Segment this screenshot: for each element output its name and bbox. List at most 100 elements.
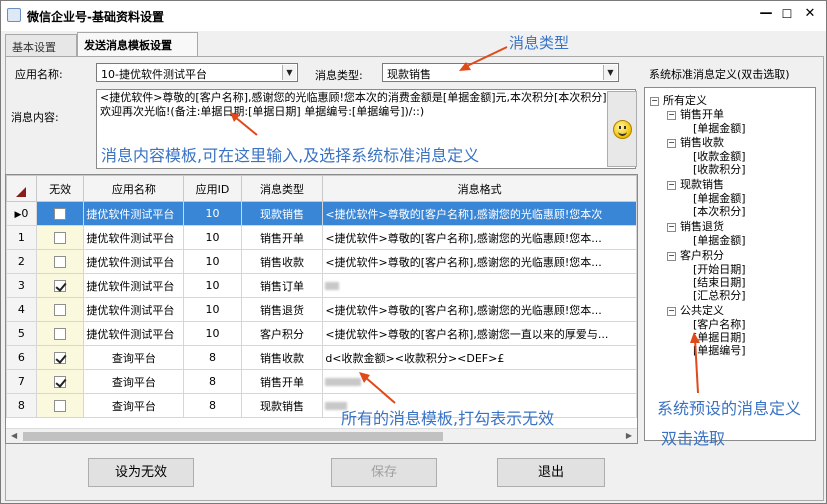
tree-leaf[interactable]: [本次积分] xyxy=(693,205,746,218)
row-index[interactable]: 4 xyxy=(6,297,37,322)
app-id-cell[interactable]: 8 xyxy=(183,393,242,418)
row-index[interactable]: 8 xyxy=(6,393,37,418)
tree-group[interactable]: − 现款销售 xyxy=(667,178,724,191)
app-name-cell[interactable]: 查询平台 xyxy=(83,393,185,418)
tree-group[interactable]: − 公共定义 xyxy=(667,304,724,317)
tree-leaf[interactable]: [汇总积分] xyxy=(693,289,746,302)
table-row[interactable]: 2 捷优软件测试平台 10 销售收款 <捷优软件>尊敬的[客户名称],感谢您的光… xyxy=(6,249,637,274)
col-header-invalid[interactable]: 无效 xyxy=(35,175,85,202)
tab-basic-settings[interactable]: 基本设置 xyxy=(5,34,77,56)
tree-leaf[interactable]: [收款金额] xyxy=(693,150,746,163)
app-id-cell[interactable]: 10 xyxy=(183,297,242,322)
invalid-checkbox[interactable] xyxy=(54,232,67,244)
message-format-cell[interactable] xyxy=(322,273,637,298)
invalid-cell[interactable] xyxy=(35,321,85,346)
save-button[interactable]: 保存 xyxy=(331,458,437,487)
tree-group[interactable]: − 销售开单 xyxy=(667,108,724,121)
message-type-cell[interactable]: 销售订单 xyxy=(240,273,324,298)
minimize-button[interactable]: — xyxy=(756,5,776,23)
row-index[interactable]: 3 xyxy=(6,273,37,298)
table-row[interactable]: 6 查询平台 8 销售收款 d<收款金额><收款积分><DEF>£ xyxy=(6,345,637,370)
table-row[interactable]: 5 捷优软件测试平台 10 客户积分 <捷优软件>尊敬的[客户名称],感谢您一直… xyxy=(6,321,637,346)
app-id-cell[interactable]: 10 xyxy=(183,321,242,346)
app-id-cell[interactable]: 10 xyxy=(183,273,242,298)
invalid-cell[interactable] xyxy=(35,393,85,418)
app-name-cell[interactable]: 捷优软件测试平台 xyxy=(83,201,185,226)
collapse-icon[interactable]: − xyxy=(667,222,676,232)
invalid-checkbox[interactable] xyxy=(54,280,67,292)
tree-leaf[interactable]: [结束日期] xyxy=(693,276,746,289)
tree-leaf[interactable]: [单据金额] xyxy=(693,122,746,135)
scroll-thumb[interactable] xyxy=(23,432,443,441)
row-index[interactable]: 2 xyxy=(6,249,37,274)
tree-group[interactable]: − 销售退货 xyxy=(667,220,724,233)
maximize-button[interactable]: ☐ xyxy=(777,5,797,23)
message-type-cell[interactable]: 销售开单 xyxy=(240,225,324,250)
row-index[interactable]: 6 xyxy=(6,345,37,370)
app-name-cell[interactable]: 查询平台 xyxy=(83,369,185,394)
message-format-cell[interactable]: <捷优软件>尊敬的[客户名称],感谢您的光临惠顾!您本... xyxy=(322,297,637,322)
table-row[interactable]: 1 捷优软件测试平台 10 销售开单 <捷优软件>尊敬的[客户名称],感谢您的光… xyxy=(6,225,637,250)
table-row[interactable]: ▶0 捷优软件测试平台 10 现款销售 <捷优软件>尊敬的[客户名称],感谢您的… xyxy=(6,201,637,226)
grid-corner[interactable] xyxy=(6,175,37,202)
horizontal-scrollbar[interactable]: ◀ ▶ xyxy=(6,428,637,443)
app-id-cell[interactable]: 10 xyxy=(183,201,242,226)
row-index[interactable]: 7 xyxy=(6,369,37,394)
tree-leaf[interactable]: [单据金额] xyxy=(693,234,746,247)
scroll-right-icon[interactable]: ▶ xyxy=(626,431,632,440)
table-row[interactable]: 7 查询平台 8 销售开单 xyxy=(6,369,637,394)
chevron-down-icon[interactable]: ▼ xyxy=(603,65,617,80)
app-name-cell[interactable]: 捷优软件测试平台 xyxy=(83,297,185,322)
row-index[interactable]: 1 xyxy=(6,225,37,250)
tree-group[interactable]: − 销售收款 xyxy=(667,136,724,149)
table-row[interactable]: 3 捷优软件测试平台 10 销售订单 xyxy=(6,273,637,298)
system-definitions-tree[interactable]: − 所有定义 − 销售开单 [单据金额] − 销售收款 [收款金额] [收款积分] −… xyxy=(644,87,816,441)
table-row[interactable]: 4 捷优软件测试平台 10 销售退货 <捷优软件>尊敬的[客户名称],感谢您的光… xyxy=(6,297,637,322)
invalid-checkbox[interactable] xyxy=(54,208,67,220)
message-format-cell[interactable]: <捷优软件>尊敬的[客户名称],感谢您的光临惠顾!您本... xyxy=(322,225,637,250)
collapse-icon[interactable]: − xyxy=(667,251,676,261)
invalid-checkbox[interactable] xyxy=(54,328,67,340)
invalid-cell[interactable] xyxy=(35,249,85,274)
col-header-app-id[interactable]: 应用ID xyxy=(183,175,242,202)
invalid-cell[interactable] xyxy=(35,201,85,226)
app-name-cell[interactable]: 捷优软件测试平台 xyxy=(83,321,185,346)
row-header[interactable]: ▶0 xyxy=(6,201,37,226)
row-index[interactable]: 5 xyxy=(6,321,37,346)
app-name-select[interactable]: 10-捷优软件测试平台 ▼ xyxy=(96,63,298,82)
collapse-icon[interactable]: − xyxy=(667,306,676,316)
collapse-icon[interactable]: − xyxy=(667,110,676,120)
col-header-message-type[interactable]: 消息类型 xyxy=(240,175,324,202)
tree-leaf[interactable]: [开始日期] xyxy=(693,263,746,276)
message-type-cell[interactable]: 现款销售 xyxy=(240,393,324,418)
invalid-cell[interactable] xyxy=(35,225,85,250)
col-header-message-format[interactable]: 消息格式 xyxy=(322,175,637,202)
invalid-cell[interactable] xyxy=(35,345,85,370)
message-format-cell[interactable]: <捷优软件>尊敬的[客户名称],感谢您的光临惠顾!您本次 xyxy=(322,201,637,226)
app-id-cell[interactable]: 8 xyxy=(183,345,242,370)
app-name-cell[interactable]: 查询平台 xyxy=(83,345,185,370)
message-type-cell[interactable]: 销售退货 xyxy=(240,297,324,322)
invalid-cell[interactable] xyxy=(35,273,85,298)
set-invalid-button[interactable]: 设为无效 xyxy=(88,458,194,487)
tree-leaf[interactable]: [收款积分] xyxy=(693,163,746,176)
app-id-cell[interactable]: 8 xyxy=(183,369,242,394)
message-format-cell[interactable]: <捷优软件>尊敬的[客户名称],感谢您一直以来的厚爱与... xyxy=(322,321,637,346)
collapse-icon[interactable]: − xyxy=(667,138,676,148)
message-type-cell[interactable]: 现款销售 xyxy=(240,201,324,226)
scroll-left-icon[interactable]: ◀ xyxy=(11,431,17,440)
invalid-cell[interactable] xyxy=(35,369,85,394)
invalid-cell[interactable] xyxy=(35,297,85,322)
message-format-cell[interactable]: <捷优软件>尊敬的[客户名称],感谢您的光临惠顾!您本... xyxy=(322,249,637,274)
tree-leaf[interactable]: [单据金额] xyxy=(693,192,746,205)
emoji-button[interactable] xyxy=(607,91,637,167)
tab-message-template[interactable]: 发送消息模板设置 xyxy=(77,32,198,57)
invalid-checkbox[interactable] xyxy=(54,400,67,412)
message-type-cell[interactable]: 销售开单 xyxy=(240,369,324,394)
close-button[interactable]: ✕ xyxy=(800,5,820,23)
collapse-icon[interactable]: − xyxy=(650,96,659,106)
exit-button[interactable]: 退出 xyxy=(497,458,605,487)
tree-leaf[interactable]: [客户名称] xyxy=(693,318,746,331)
tree-root[interactable]: − 所有定义 xyxy=(650,94,707,107)
app-name-cell[interactable]: 捷优软件测试平台 xyxy=(83,273,185,298)
